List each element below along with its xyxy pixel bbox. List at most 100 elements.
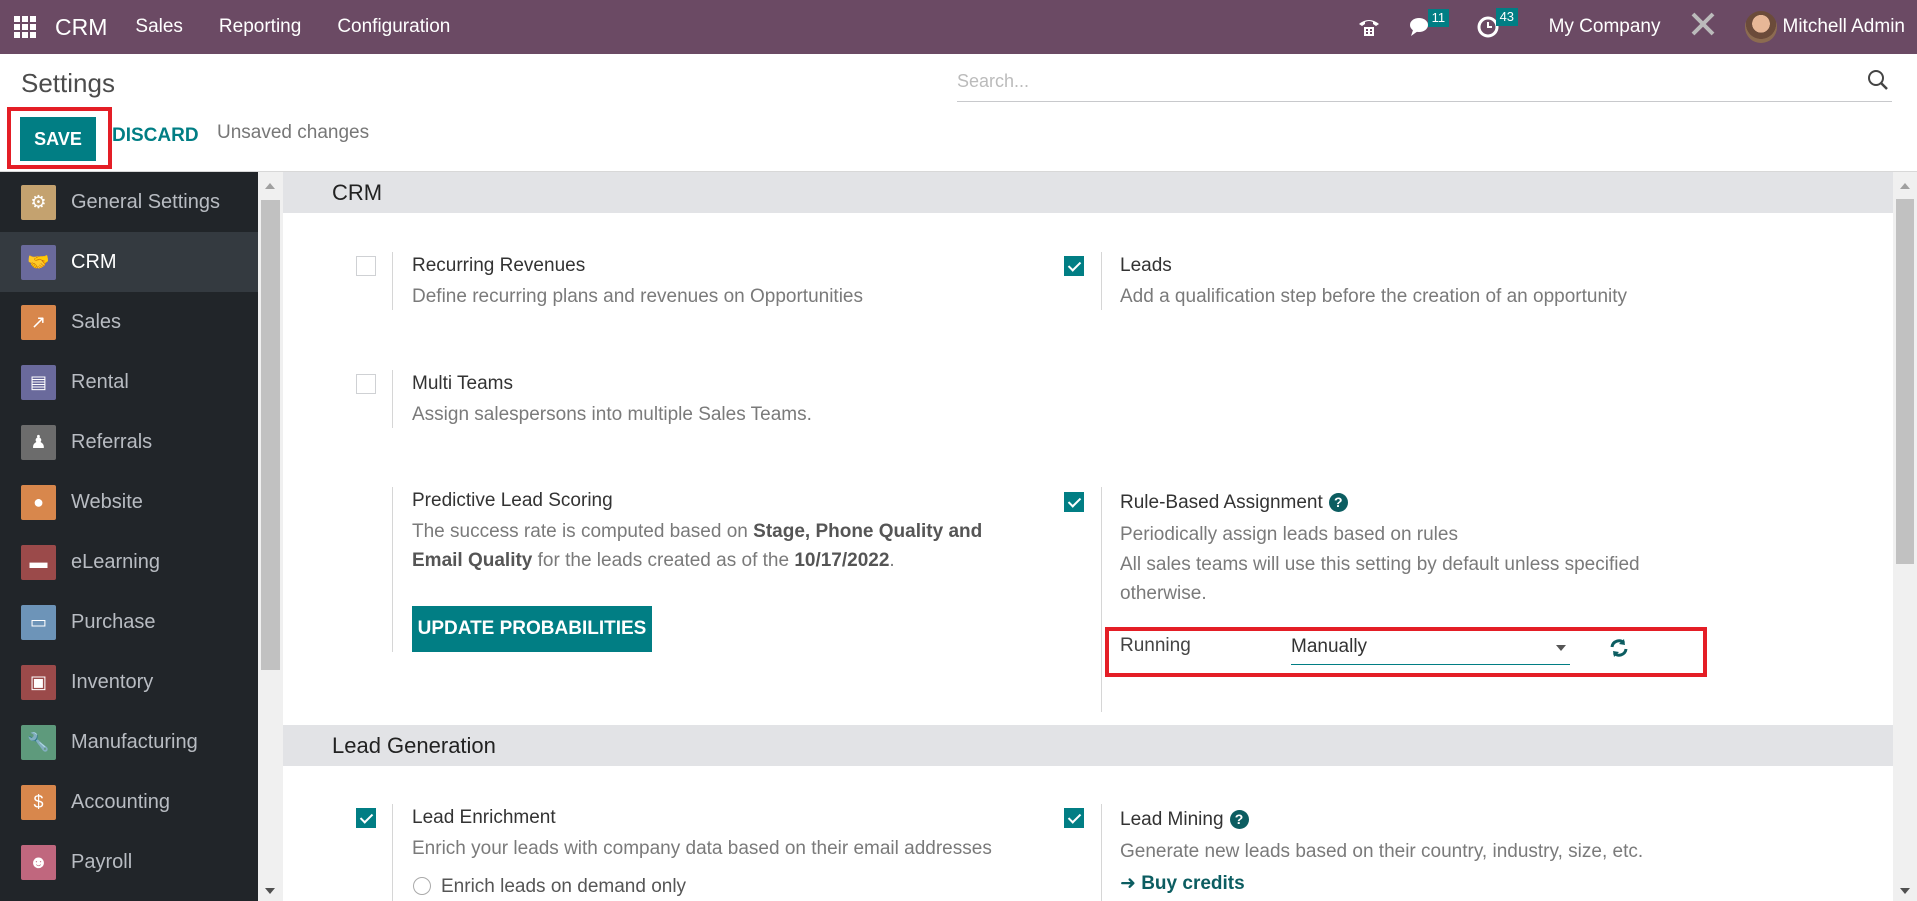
running-label: Running [1120,635,1191,656]
sidebar-item-label: Sales [71,310,122,333]
user-menu[interactable]: Mitchell Admin [1783,16,1906,38]
sidebar-item-label: Rental [71,370,129,393]
content-scrollbar[interactable] [1893,172,1917,901]
sidebar-scrollbar[interactable] [258,172,283,901]
person-icon: ♟ [21,424,56,460]
scroll-down-arrow[interactable] [265,888,275,894]
sidebar-item-label: Purchase [71,610,156,633]
leads-title: Leads [1120,255,1172,276]
multi-teams-title: Multi Teams [412,373,514,394]
scroll-up-arrow[interactable] [265,183,275,189]
lead-mining-checkbox[interactable] [1064,808,1084,828]
menu-sales[interactable]: Sales [135,16,183,38]
divider [1101,487,1102,712]
lead-enrichment-desc: Enrich your leads with company data base… [412,838,992,859]
sidebar-scroll-thumb[interactable] [261,200,280,670]
update-probabilities-button[interactable]: UPDATE PROBABILITIES [412,606,652,652]
sidebar-item-crm[interactable]: 🤝 CRM [0,232,258,292]
pls-desc: The success rate is computed based on St… [412,521,983,571]
lead-mining-desc: Generate new leads based on their countr… [1120,841,1644,862]
lead-enrichment-checkbox[interactable] [356,808,376,828]
sidebar-item-label: Referrals [71,430,153,453]
sidebar-item-label: Website [71,490,143,513]
phone-icon[interactable] [1357,16,1381,38]
sidebar-item-label: Accounting [71,790,170,813]
page-title: Settings [21,68,115,98]
invoice-icon: $ [21,784,56,820]
divider [1101,252,1102,310]
search-bar [957,62,1892,102]
enrich-on-demand-radio[interactable] [413,877,431,895]
multi-teams-desc: Assign salespersons into multiple Sales … [412,404,812,425]
sidebar-item-general-settings[interactable]: ⚙ General Settings [0,172,258,232]
menu-reporting[interactable]: Reporting [219,16,301,38]
search-icon[interactable] [1866,68,1890,92]
activities-clock-icon[interactable]: 43 [1477,8,1519,39]
search-input[interactable] [957,62,1837,100]
save-button[interactable]: SAVE [20,117,96,161]
chart-up-icon: ↗ [21,304,56,340]
settings-sidebar: ⚙ General Settings 🤝 CRM ↗ Sales ▤ Rental ♟ Refer… [0,172,258,901]
rba-title: Rule-Based Assignment? [1120,492,1348,514]
menu-configuration[interactable]: Configuration [337,16,450,38]
sidebar-item-accounting[interactable]: $ Accounting [0,772,258,832]
help-icon[interactable]: ? [1229,810,1249,829]
debug-tools-icon[interactable] [1689,10,1717,45]
help-icon[interactable]: ? [1328,493,1348,512]
messages-icon[interactable]: 11 [1409,9,1450,38]
activities-badge: 43 [1495,8,1519,26]
lead-mining-title: Lead Mining? [1120,809,1249,831]
sidebar-item-label: Inventory [71,670,154,693]
sidebar-item-referrals[interactable]: ♟ Referrals [0,412,258,472]
payroll-icon: ☻ [21,844,56,880]
divider [392,804,393,901]
sidebar-item-rental[interactable]: ▤ Rental [0,352,258,412]
sidebar-item-payroll[interactable]: ☻ Payroll [0,832,258,892]
chevron-down-icon [1556,645,1566,651]
box-icon: ▣ [21,664,56,700]
presentation-icon: ▬ [21,544,56,580]
sidebar-item-inventory[interactable]: ▣ Inventory [0,652,258,712]
divider [1101,804,1102,901]
leads-desc: Add a qualification step before the crea… [1120,286,1628,307]
app-name[interactable]: CRM [55,14,107,41]
section-header-lead-generation: Lead Generation [283,725,1893,766]
sidebar-item-sales[interactable]: ↗ Sales [0,292,258,352]
control-panel: Settings SAVE DISCARD Unsaved changes [0,54,1917,172]
globe-icon: ● [21,484,56,520]
refresh-icon[interactable] [1609,638,1629,664]
wrench-icon: 🔧 [21,724,56,760]
sidebar-item-purchase[interactable]: ▭ Purchase [0,592,258,652]
divider [392,370,393,428]
company-switcher[interactable]: My Company [1549,16,1661,38]
recurring-revenues-desc: Define recurring plans and revenues on O… [412,286,863,307]
multi-teams-checkbox[interactable] [356,374,376,394]
app-menu-icon[interactable] [14,16,36,38]
sidebar-item-manufacturing[interactable]: 🔧 Manufacturing [0,712,258,772]
recurring-revenues-checkbox[interactable] [356,256,376,276]
settings-content: CRM Recurring Revenues Define recurring … [283,172,1893,901]
content-scroll-thumb[interactable] [1896,199,1914,564]
buy-credits-link[interactable]: ➜ Buy credits [1120,872,1245,895]
sidebar-item-website[interactable]: ● Website [0,472,258,532]
rba-desc-1: Periodically assign leads based on rules [1120,524,1458,545]
user-avatar[interactable] [1744,11,1777,43]
leads-checkbox[interactable] [1064,256,1084,276]
divider [392,487,393,652]
rule-based-assignment-checkbox[interactable] [1064,492,1084,512]
scroll-down-arrow[interactable] [1900,888,1910,894]
unsaved-status: Unsaved changes [217,122,370,143]
discard-button[interactable]: DISCARD [112,125,199,147]
sidebar-item-elearning[interactable]: ▬ eLearning [0,532,258,592]
arrow-right-icon: ➜ [1120,873,1142,894]
enrich-on-demand-label: Enrich leads on demand only [441,876,687,897]
pls-title: Predictive Lead Scoring [412,490,613,511]
recurring-revenues-title: Recurring Revenues [412,255,586,276]
rba-desc-2: All sales teams will use this setting by… [1120,554,1640,604]
top-navbar: CRM Sales Reporting Configuration 11 43 … [0,0,1917,54]
scroll-up-arrow[interactable] [1900,183,1910,189]
sidebar-item-label: eLearning [71,550,160,573]
calendar-grid-icon: ▤ [21,364,56,400]
sidebar-item-label: Payroll [71,850,133,873]
running-select[interactable]: Manually [1291,636,1570,665]
